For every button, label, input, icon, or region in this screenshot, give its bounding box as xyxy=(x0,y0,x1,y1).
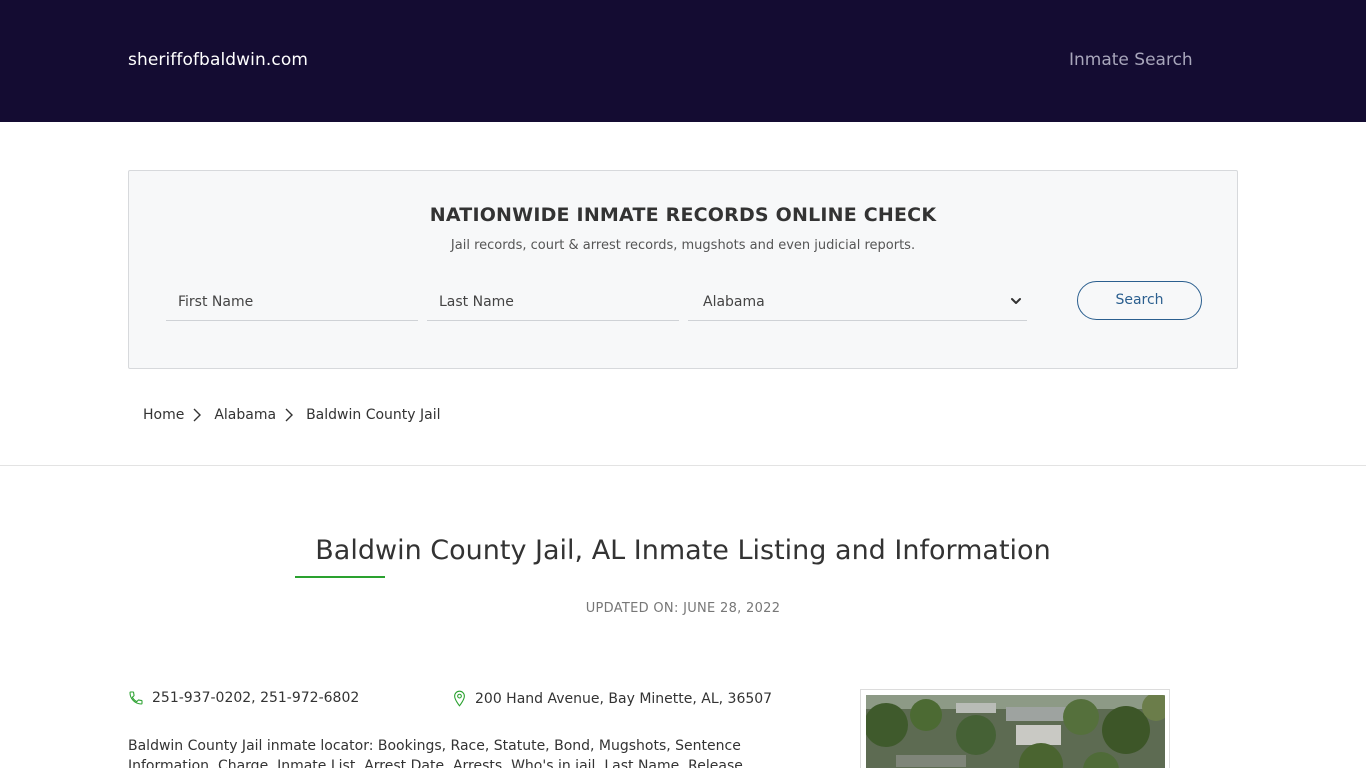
search-panel-title: NATIONWIDE INMATE RECORDS ONLINE CHECK xyxy=(429,204,937,226)
first-name-input[interactable]: First Name xyxy=(166,285,418,321)
phone-numbers[interactable]: 251-937-0202, 251-972-6802 xyxy=(152,690,359,706)
first-name-placeholder: First Name xyxy=(178,294,254,310)
map-pin-icon xyxy=(454,690,465,707)
state-select-value: Alabama xyxy=(703,294,765,310)
search-panel: NATIONWIDE INMATE RECORDS ONLINE CHECK J… xyxy=(128,170,1238,369)
chevron-down-icon xyxy=(1011,298,1021,304)
state-select[interactable]: Alabama xyxy=(688,285,1027,321)
breadcrumb: Home Alabama Baldwin County Jail xyxy=(143,407,441,423)
breadcrumb-current: Baldwin County Jail xyxy=(306,407,441,423)
page-title: Baldwin County Jail, AL Inmate Listing a… xyxy=(315,535,1051,566)
site-brand-link[interactable]: sheriffofbaldwin.com xyxy=(128,50,308,70)
updated-date: UPDATED ON: JUNE 28, 2022 xyxy=(585,601,781,616)
title-underline xyxy=(295,576,385,578)
phone-icon xyxy=(129,691,143,705)
last-name-input[interactable]: Last Name xyxy=(427,285,679,321)
search-panel-subtitle: Jail records, court & arrest records, mu… xyxy=(450,238,916,253)
jail-description: Baldwin County Jail inmate locator: Book… xyxy=(128,738,743,768)
nav-inmate-search[interactable]: Inmate Search xyxy=(1069,50,1193,70)
section-divider xyxy=(0,465,1366,466)
address-text: 200 Hand Avenue, Bay Minette, AL, 36507 xyxy=(475,690,773,707)
contact-phone: 251-937-0202, 251-972-6802 xyxy=(128,690,359,706)
contact-address: 200 Hand Avenue, Bay Minette, AL, 36507 xyxy=(452,690,772,707)
chevron-right-icon xyxy=(193,408,202,422)
last-name-placeholder: Last Name xyxy=(439,294,514,310)
search-button[interactable]: Search xyxy=(1077,281,1202,320)
breadcrumb-home[interactable]: Home xyxy=(143,407,184,423)
chevron-right-icon xyxy=(285,408,294,422)
jail-photo-frame xyxy=(860,689,1170,768)
jail-aerial-photo xyxy=(866,695,1165,768)
site-header: sheriffofbaldwin.com Inmate Search xyxy=(0,0,1366,122)
breadcrumb-alabama[interactable]: Alabama xyxy=(214,407,276,423)
